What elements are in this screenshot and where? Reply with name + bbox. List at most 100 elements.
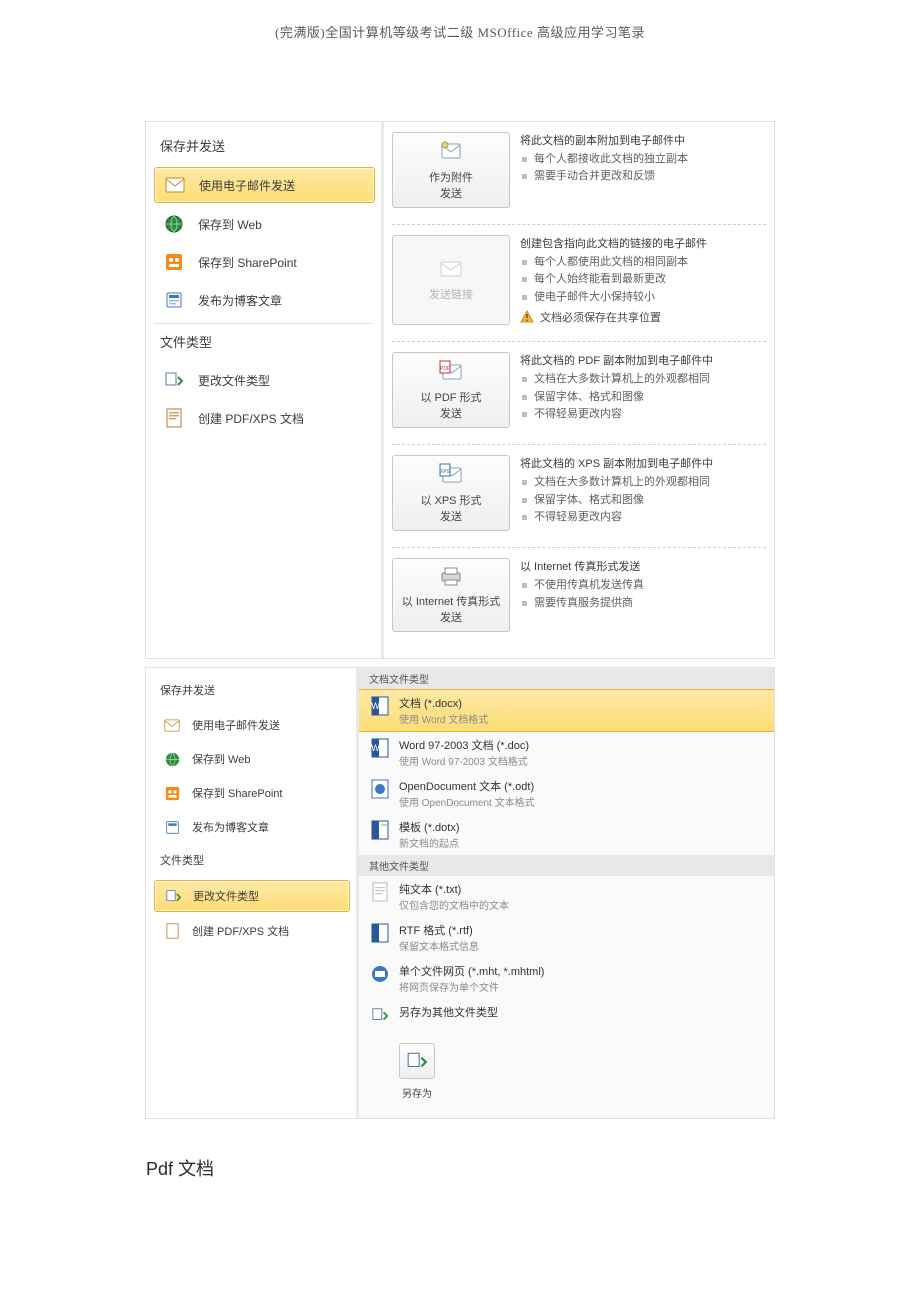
menu-label: 使用电子邮件发送 <box>192 717 280 733</box>
footer-text: Pdf 文档 <box>146 1155 920 1181</box>
btn-send-as-xps[interactable]: XPS 以 XPS 形式 发送 <box>392 455 510 531</box>
globe-icon <box>162 213 186 235</box>
save-as-label: 另存为 <box>402 1085 432 1100</box>
svg-text:W: W <box>371 743 380 753</box>
filetype-desc: 新文档的起点 <box>399 835 460 850</box>
menu-create-pdf-xps[interactable]: 创建 PDF/XPS 文档 <box>154 401 375 435</box>
filetype-doc97[interactable]: W Word 97-2003 文档 (*.doc) 使用 Word 97-200… <box>359 732 774 773</box>
right-pane-2: 文档文件类型 W 文档 (*.docx) 使用 Word 文档格式 W Word… <box>356 668 774 1118</box>
left-pane: 保存并发送 使用电子邮件发送 保存到 Web 保存到 SharePoint <box>146 122 384 658</box>
section-title-file-types-2: 文件类型 <box>154 846 356 876</box>
btn-label: 以 PDF 形式 发送 <box>420 389 481 421</box>
menu-label: 使用电子邮件发送 <box>199 177 295 194</box>
filetype-desc: 将网页保存为单个文件 <box>399 979 544 994</box>
btn-label: 以 Internet 传真形式 发送 <box>402 593 500 625</box>
card-bullet: 不得轻易更改内容 <box>520 407 766 422</box>
screenshot-change-file-type: 保存并发送 使用电子邮件发送 保存到 Web 保存到 SharePoint <box>145 667 775 1119</box>
card-bullet: 文档在大多数计算机上的外观都相同 <box>520 475 766 490</box>
screenshot-save-send: 保存并发送 使用电子邮件发送 保存到 Web 保存到 SharePoint <box>145 121 775 659</box>
save-as-button[interactable] <box>399 1043 435 1079</box>
menu-save-to-sharepoint-2[interactable]: 保存到 SharePoint <box>154 778 350 808</box>
card-bullet: 每个人始终能看到最新更改 <box>520 272 766 287</box>
filetype-saveas-other[interactable]: 另存为其他文件类型 <box>359 999 774 1031</box>
odt-icon <box>369 778 391 800</box>
card-send-xps: XPS 以 XPS 形式 发送 将此文档的 XPS 副本附加到电子邮件中 文档在… <box>392 444 766 537</box>
save-as-block: 另存为 <box>377 1031 457 1118</box>
globe-icon <box>162 749 182 769</box>
sharepoint-icon <box>162 783 182 803</box>
txt-icon <box>369 881 391 903</box>
menu-publish-blog[interactable]: 发布为博客文章 <box>154 283 375 317</box>
filetype-rtf[interactable]: RTF 格式 (*.rtf) 保留文本格式信息 <box>359 917 774 958</box>
card-title: 将此文档的 XPS 副本附加到电子邮件中 <box>520 455 766 471</box>
menu-send-as-email-2[interactable]: 使用电子邮件发送 <box>154 710 350 740</box>
filetype-txt[interactable]: 纯文本 (*.txt) 仅包含您的文档中的文本 <box>359 876 774 917</box>
filetype-docx[interactable]: W 文档 (*.docx) 使用 Word 文档格式 <box>359 689 774 732</box>
filetype-odt[interactable]: OpenDocument 文本 (*.odt) 使用 OpenDocument … <box>359 773 774 814</box>
filetype-desc: 使用 Word 97-2003 文档格式 <box>399 753 529 768</box>
menu-label: 保存到 Web <box>198 216 262 233</box>
card-send-attachment: 作为附件 发送 将此文档的副本附加到电子邮件中 每个人都接收此文档的独立副本 需… <box>392 132 766 214</box>
menu-label: 更改文件类型 <box>198 372 270 389</box>
filetype-name: 纯文本 (*.txt) <box>399 881 509 897</box>
filetype-name: 另存为其他文件类型 <box>399 1004 498 1020</box>
filetype-name: OpenDocument 文本 (*.odt) <box>399 778 535 794</box>
menu-change-file-type[interactable]: 更改文件类型 <box>154 363 375 397</box>
menu-label: 更改文件类型 <box>193 888 259 904</box>
card-bullet: 需要手动合并更改和反馈 <box>520 169 766 184</box>
filetype-desc: 仅包含您的文档中的文本 <box>399 897 509 912</box>
svg-text:PDF: PDF <box>440 366 450 372</box>
sharepoint-icon <box>162 251 186 273</box>
card-warning-row: 文档必须保存在共享位置 <box>520 309 766 325</box>
menu-send-as-email[interactable]: 使用电子邮件发送 <box>154 167 375 203</box>
template-icon <box>369 819 391 841</box>
btn-label: 以 XPS 形式 发送 <box>420 492 481 524</box>
filetype-name: RTF 格式 (*.rtf) <box>399 922 479 938</box>
rtf-icon <box>369 922 391 944</box>
card-title: 以 Internet 传真形式发送 <box>520 558 766 574</box>
saveas-other-icon <box>369 1004 391 1026</box>
warning-icon <box>520 310 534 324</box>
mail-icon <box>162 715 182 735</box>
card-bullet: 需要传真服务提供商 <box>520 596 766 611</box>
group-header-doc-types: 文档文件类型 <box>359 668 774 689</box>
filetype-desc: 使用 OpenDocument 文本格式 <box>399 794 535 809</box>
filetype-name: 文档 (*.docx) <box>399 695 488 711</box>
filetype-desc: 保留文本格式信息 <box>399 938 479 953</box>
blog-icon <box>162 289 186 311</box>
pdf-mail-icon: PDF <box>438 359 464 383</box>
menu-save-to-sharepoint[interactable]: 保存到 SharePoint <box>154 245 375 279</box>
section-title-file-types: 文件类型 <box>154 326 381 359</box>
btn-send-as-pdf[interactable]: PDF 以 PDF 形式 发送 <box>392 352 510 428</box>
btn-send-as-attachment[interactable]: 作为附件 发送 <box>392 132 510 208</box>
filetype-mht[interactable]: 单个文件网页 (*.mht, *.mhtml) 将网页保存为单个文件 <box>359 958 774 999</box>
right-pane: 作为附件 发送 将此文档的副本附加到电子邮件中 每个人都接收此文档的独立副本 需… <box>384 122 774 658</box>
menu-label: 保存到 SharePoint <box>192 785 282 801</box>
menu-label: 发布为博客文章 <box>198 292 282 309</box>
svg-text:W: W <box>371 701 380 711</box>
btn-send-link[interactable]: 发送链接 <box>392 235 510 325</box>
fax-icon <box>438 565 464 587</box>
menu-label: 发布为博客文章 <box>192 819 269 835</box>
menu-create-pdf-xps-2[interactable]: 创建 PDF/XPS 文档 <box>154 916 350 946</box>
menu-save-to-web-2[interactable]: 保存到 Web <box>154 744 350 774</box>
xps-mail-icon: XPS <box>438 462 464 486</box>
card-title: 创建包含指向此文档的链接的电子邮件 <box>520 235 766 251</box>
card-bullet: 保留字体、格式和图像 <box>520 390 766 405</box>
btn-label: 作为附件 发送 <box>429 169 473 201</box>
card-bullet: 不得轻易更改内容 <box>520 510 766 525</box>
section-title-save-send-2: 保存并发送 <box>154 676 356 706</box>
card-title: 将此文档的 PDF 副本附加到电子邮件中 <box>520 352 766 368</box>
btn-send-as-fax[interactable]: 以 Internet 传真形式 发送 <box>392 558 510 632</box>
left-pane-2: 保存并发送 使用电子邮件发送 保存到 Web 保存到 SharePoint <box>146 668 356 1118</box>
menu-publish-blog-2[interactable]: 发布为博客文章 <box>154 812 350 842</box>
card-title: 将此文档的副本附加到电子邮件中 <box>520 132 766 148</box>
menu-change-file-type-2[interactable]: 更改文件类型 <box>154 880 350 912</box>
link-icon <box>438 258 464 280</box>
filetype-dotx[interactable]: 模板 (*.dotx) 新文档的起点 <box>359 814 774 855</box>
filetype-name: Word 97-2003 文档 (*.doc) <box>399 737 529 753</box>
card-send-fax: 以 Internet 传真形式 发送 以 Internet 传真形式发送 不使用… <box>392 547 766 638</box>
mail-icon <box>163 174 187 196</box>
webpage-icon <box>369 963 391 985</box>
menu-save-to-web[interactable]: 保存到 Web <box>154 207 375 241</box>
